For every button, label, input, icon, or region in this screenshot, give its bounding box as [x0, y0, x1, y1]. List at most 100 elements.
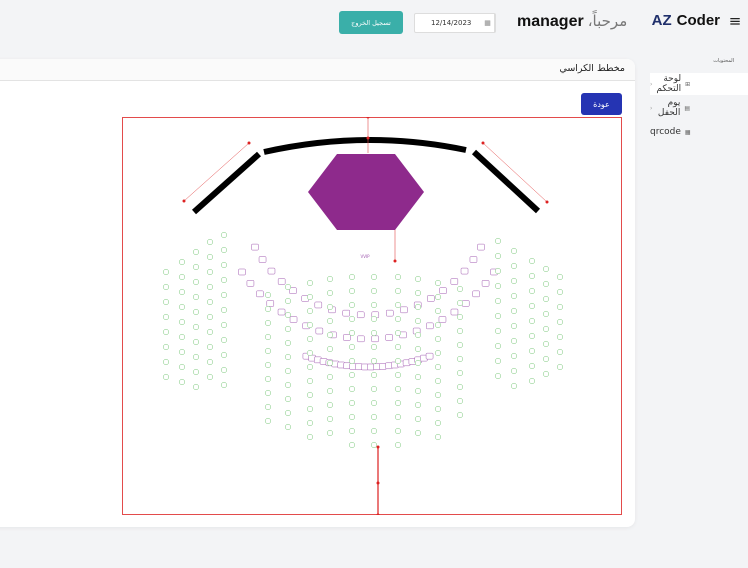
seat-regular[interactable] — [162, 313, 170, 321]
seat-regular[interactable] — [456, 313, 464, 321]
seat-regular[interactable] — [206, 313, 214, 321]
seat-regular[interactable] — [456, 411, 464, 419]
seat-regular[interactable] — [348, 385, 356, 393]
seat-regular[interactable] — [370, 343, 378, 351]
seat-regular[interactable] — [394, 273, 402, 281]
seat-regular[interactable] — [264, 333, 272, 341]
seat-regular[interactable] — [456, 397, 464, 405]
seat-regular[interactable] — [542, 340, 550, 348]
seat-regular[interactable] — [370, 427, 378, 435]
seat-regular[interactable] — [192, 338, 200, 346]
seat-vip[interactable] — [472, 290, 480, 298]
seat-regular[interactable] — [542, 370, 550, 378]
seat-regular[interactable] — [528, 257, 536, 265]
seat-regular[interactable] — [434, 335, 442, 343]
seat-regular[interactable] — [326, 429, 334, 437]
seat-regular[interactable] — [528, 302, 536, 310]
seat-regular[interactable] — [306, 419, 314, 427]
seat-regular[interactable] — [528, 362, 536, 370]
seat-regular[interactable] — [348, 399, 356, 407]
seat-regular[interactable] — [556, 288, 564, 296]
seat-vip[interactable] — [481, 280, 490, 287]
seat-regular[interactable] — [414, 387, 422, 395]
seat-regular[interactable] — [510, 367, 518, 375]
seat-vip[interactable] — [460, 267, 469, 275]
seat-regular[interactable] — [192, 308, 200, 316]
seat-regular[interactable] — [306, 391, 314, 399]
seat-regular[interactable] — [414, 331, 422, 339]
seat-regular[interactable] — [394, 315, 402, 323]
seat-regular[interactable] — [348, 287, 356, 295]
seat-regular[interactable] — [370, 329, 378, 337]
brand-logo[interactable]: AZ Coder — [652, 12, 720, 29]
seat-regular[interactable] — [162, 373, 170, 381]
seat-regular[interactable] — [348, 357, 356, 365]
seat-vip[interactable] — [314, 301, 323, 309]
seat-regular[interactable] — [528, 317, 536, 325]
seat-regular[interactable] — [542, 295, 550, 303]
seat-regular[interactable] — [192, 323, 200, 331]
seat-regular[interactable] — [284, 311, 292, 319]
seat-regular[interactable] — [206, 343, 214, 351]
seat-regular[interactable] — [178, 303, 186, 311]
seat-regular[interactable] — [326, 387, 334, 395]
seat-regular[interactable] — [510, 262, 518, 270]
seat-regular[interactable] — [206, 328, 214, 336]
seat-regular[interactable] — [192, 293, 200, 301]
seat-regular[interactable] — [206, 373, 214, 381]
seat-regular[interactable] — [370, 287, 378, 295]
seat-regular[interactable] — [220, 381, 228, 389]
seat-vip[interactable] — [425, 352, 434, 360]
seat-regular[interactable] — [162, 358, 170, 366]
seat-regular[interactable] — [494, 312, 502, 320]
seat-regular[interactable] — [528, 287, 536, 295]
seat-regular[interactable] — [556, 303, 564, 311]
seat-regular[interactable] — [348, 273, 356, 281]
seat-regular[interactable] — [542, 355, 550, 363]
seat-regular[interactable] — [264, 389, 272, 397]
seat-regular[interactable] — [394, 301, 402, 309]
seat-vip[interactable] — [277, 308, 286, 316]
seat-vip[interactable] — [385, 334, 393, 341]
seat-regular[interactable] — [370, 315, 378, 323]
seat-regular[interactable] — [370, 357, 378, 365]
seat-vip[interactable] — [477, 243, 485, 251]
seat-regular[interactable] — [528, 377, 536, 385]
seat-regular[interactable] — [284, 325, 292, 333]
seat-regular[interactable] — [220, 291, 228, 299]
seat-regular[interactable] — [348, 343, 356, 351]
seat-regular[interactable] — [414, 401, 422, 409]
seat-regular[interactable] — [192, 353, 200, 361]
seat-regular[interactable] — [434, 391, 442, 399]
seat-regular[interactable] — [370, 371, 378, 379]
seat-regular[interactable] — [326, 275, 334, 283]
back-button[interactable]: عودة — [581, 93, 622, 115]
seat-regular[interactable] — [414, 373, 422, 381]
seat-regular[interactable] — [348, 329, 356, 337]
seat-regular[interactable] — [394, 343, 402, 351]
seat-regular[interactable] — [206, 283, 214, 291]
seat-regular[interactable] — [178, 363, 186, 371]
seat-regular[interactable] — [494, 282, 502, 290]
seat-regular[interactable] — [284, 353, 292, 361]
seat-regular[interactable] — [434, 405, 442, 413]
seat-regular[interactable] — [456, 355, 464, 363]
seat-regular[interactable] — [456, 369, 464, 377]
seat-regular[interactable] — [264, 291, 272, 299]
seat-regular[interactable] — [264, 417, 272, 425]
seat-regular[interactable] — [162, 298, 170, 306]
seat-regular[interactable] — [434, 349, 442, 357]
seat-regular[interactable] — [178, 318, 186, 326]
seat-regular[interactable] — [192, 368, 200, 376]
seat-regular[interactable] — [414, 415, 422, 423]
seat-regular[interactable] — [456, 341, 464, 349]
seat-regular[interactable] — [510, 292, 518, 300]
seat-regular[interactable] — [370, 399, 378, 407]
seat-regular[interactable] — [394, 357, 402, 365]
seat-regular[interactable] — [306, 335, 314, 343]
seat-regular[interactable] — [348, 371, 356, 379]
seat-regular[interactable] — [206, 358, 214, 366]
seat-regular[interactable] — [206, 253, 214, 261]
seat-vip[interactable] — [450, 278, 459, 285]
seat-regular[interactable] — [370, 273, 378, 281]
